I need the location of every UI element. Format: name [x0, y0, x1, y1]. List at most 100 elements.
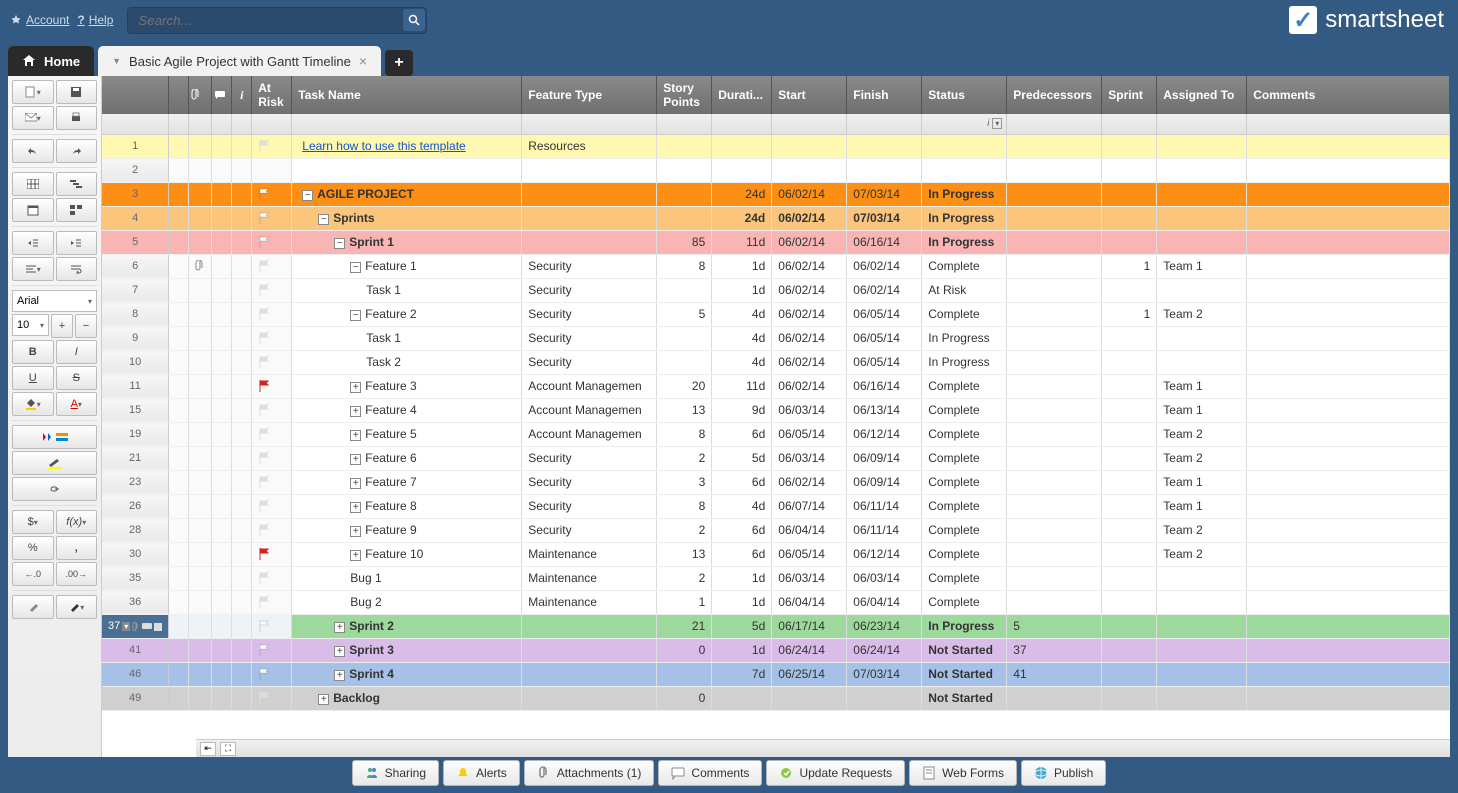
start-cell[interactable]: 06/02/14 — [772, 206, 847, 230]
calendar-view-button[interactable] — [12, 198, 54, 222]
start-cell[interactable]: 06/02/14 — [772, 254, 847, 278]
undo-button[interactable] — [12, 139, 54, 163]
expand-toggle[interactable]: − — [350, 262, 361, 273]
task-name-cell[interactable]: −AGILE PROJECT — [292, 182, 522, 206]
decrease-decimal-button[interactable]: ←.0 — [12, 562, 54, 586]
assigned-cell[interactable] — [1157, 614, 1247, 638]
duration-cell[interactable] — [712, 158, 772, 182]
row-number[interactable]: 23 — [102, 470, 169, 494]
status-cell[interactable]: At Risk — [922, 278, 1007, 302]
flag-cell[interactable] — [252, 446, 292, 470]
expand-toggle[interactable]: + — [334, 622, 345, 633]
comments-cell[interactable] — [1247, 326, 1450, 350]
status-cell[interactable]: Complete — [922, 494, 1007, 518]
duration-cell[interactable]: 1d — [712, 638, 772, 662]
finish-cell[interactable]: 07/03/14 — [847, 182, 922, 206]
predecessors-cell[interactable] — [1007, 566, 1102, 590]
predecessors-cell[interactable]: 41 — [1007, 662, 1102, 686]
assigned-cell[interactable] — [1157, 158, 1247, 182]
increase-font-button[interactable]: + — [51, 314, 73, 338]
duration-cell[interactable]: 11d — [712, 374, 772, 398]
assigned-cell[interactable]: Team 2 — [1157, 542, 1247, 566]
feature-type-cell[interactable] — [522, 206, 657, 230]
assigned-cell[interactable]: Team 2 — [1157, 422, 1247, 446]
predecessors-cell[interactable] — [1007, 374, 1102, 398]
comments-cell[interactable] — [1247, 422, 1450, 446]
sprint-cell[interactable] — [1102, 206, 1157, 230]
percent-button[interactable]: % — [12, 536, 54, 560]
comments-cell[interactable] — [1247, 278, 1450, 302]
predecessors-cell[interactable] — [1007, 494, 1102, 518]
status-cell[interactable]: In Progress — [922, 230, 1007, 254]
expand-toggle[interactable]: − — [318, 214, 329, 225]
search-input[interactable] — [127, 7, 427, 34]
task-name-cell[interactable]: −Sprints — [292, 206, 522, 230]
sprint-cell[interactable] — [1102, 398, 1157, 422]
status-cell[interactable]: Complete — [922, 590, 1007, 614]
status-cell[interactable]: Complete — [922, 254, 1007, 278]
row-number[interactable]: 30 — [102, 542, 169, 566]
status-cell[interactable]: In Progress — [922, 182, 1007, 206]
row-number[interactable]: 26 — [102, 494, 169, 518]
thousands-button[interactable]: , — [56, 536, 98, 560]
task-name-cell[interactable]: +Feature 5 — [292, 422, 522, 446]
feature-type-cell[interactable] — [522, 662, 657, 686]
save-button[interactable] — [56, 80, 98, 104]
feature-type-cell[interactable]: Security — [522, 518, 657, 542]
feature-type-cell[interactable] — [522, 686, 657, 710]
row-number[interactable]: 10 — [102, 350, 169, 374]
publish-button[interactable]: Publish — [1021, 760, 1106, 786]
expand-toggle[interactable]: + — [334, 670, 345, 681]
status-cell[interactable]: Complete — [922, 302, 1007, 326]
comments-cell[interactable] — [1247, 206, 1450, 230]
conditional-format-button[interactable] — [12, 425, 97, 449]
assigned-cell[interactable] — [1157, 182, 1247, 206]
align-button[interactable]: ▾ — [12, 257, 54, 281]
feature-type-cell[interactable]: Security — [522, 446, 657, 470]
attach-cell[interactable] — [189, 254, 212, 278]
table-row[interactable]: 15 +Feature 4 Account Managemen 13 9d 06… — [102, 398, 1450, 422]
finish-cell[interactable]: 06/11/14 — [847, 518, 922, 542]
task-name-cell[interactable]: −Feature 2 — [292, 302, 522, 326]
task-name-cell[interactable]: Task 1 — [292, 278, 522, 302]
status-cell[interactable]: Complete — [922, 566, 1007, 590]
predecessors-cell[interactable] — [1007, 182, 1102, 206]
story-points-cell[interactable]: 2 — [657, 446, 712, 470]
sprint-cell[interactable] — [1102, 326, 1157, 350]
expand-toggle[interactable]: + — [350, 478, 361, 489]
row-number[interactable]: 21 — [102, 446, 169, 470]
tab-dropdown-icon[interactable]: ▼ — [112, 56, 121, 66]
new-sheet-button[interactable]: ▾ — [12, 80, 54, 104]
assigned-cell[interactable] — [1157, 638, 1247, 662]
duration-cell[interactable]: 1d — [712, 566, 772, 590]
row-number[interactable]: 35 — [102, 566, 169, 590]
comments-cell[interactable] — [1247, 158, 1450, 182]
comments-cell[interactable] — [1247, 518, 1450, 542]
grid-view-button[interactable] — [12, 172, 54, 196]
table-row[interactable]: 7 Task 1 Security 1d 06/02/14 06/02/14 A… — [102, 278, 1450, 302]
comments-cell[interactable] — [1247, 470, 1450, 494]
finish-cell[interactable]: 06/11/14 — [847, 494, 922, 518]
task-name-cell[interactable]: +Feature 10 — [292, 542, 522, 566]
status-cell[interactable]: Complete — [922, 422, 1007, 446]
flag-cell[interactable] — [252, 638, 292, 662]
sprint-cell[interactable]: 1 — [1102, 302, 1157, 326]
expand-toggle[interactable]: − — [350, 310, 361, 321]
task-name-cell[interactable]: +Feature 7 — [292, 470, 522, 494]
table-row[interactable]: 37▾ +Sprint 2 21 5d 06/17/14 06/23/14 In… — [102, 614, 1450, 638]
strike-button[interactable]: S — [56, 366, 98, 390]
start-cell[interactable]: 06/05/14 — [772, 422, 847, 446]
start-cell[interactable]: 06/02/14 — [772, 470, 847, 494]
row-number[interactable]: 36 — [102, 590, 169, 614]
table-row[interactable]: 35 Bug 1 Maintenance 2 1d 06/03/14 06/03… — [102, 566, 1450, 590]
story-points-cell[interactable]: 1 — [657, 590, 712, 614]
discuss-header[interactable] — [212, 76, 232, 114]
expand-header[interactable] — [169, 76, 189, 114]
feature-type-cell[interactable]: Security — [522, 302, 657, 326]
start-cell[interactable]: 06/03/14 — [772, 566, 847, 590]
finish-cell[interactable]: 06/02/14 — [847, 254, 922, 278]
duration-cell[interactable]: 24d — [712, 182, 772, 206]
story-points-cell[interactable]: 13 — [657, 542, 712, 566]
sharing-button[interactable]: Sharing — [352, 760, 439, 786]
start-cell[interactable]: 06/05/14 — [772, 542, 847, 566]
